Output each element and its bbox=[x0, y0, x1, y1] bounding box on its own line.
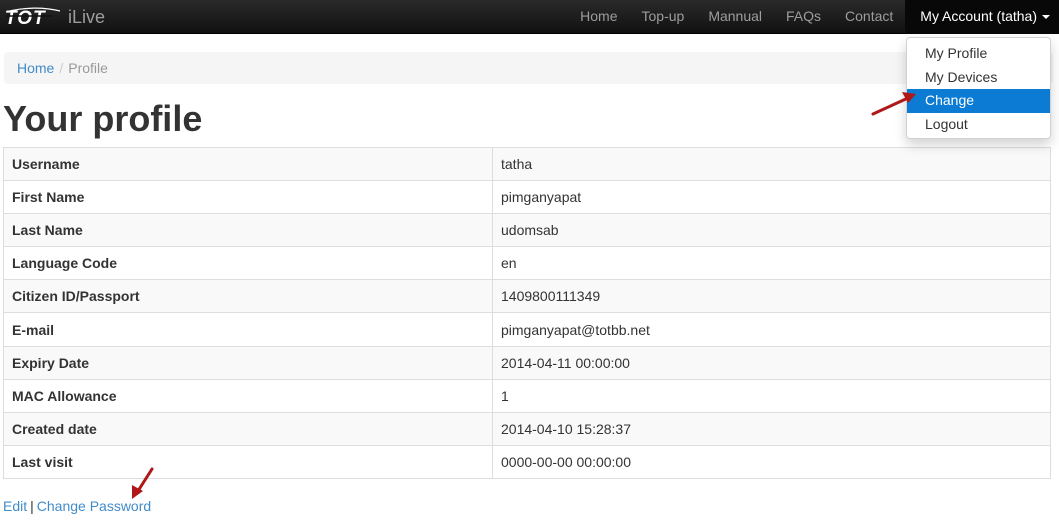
table-row: Last visit 0000-00-00 00:00:00 bbox=[3, 444, 1051, 479]
table-row: Language Code en bbox=[3, 246, 1051, 281]
row-value: 0000-00-00 00:00:00 bbox=[492, 444, 1051, 479]
breadcrumb-separator: / bbox=[59, 60, 64, 76]
nav-item-top-up[interactable]: Top-up bbox=[630, 0, 697, 34]
row-label: Citizen ID/Passport bbox=[3, 279, 493, 314]
profile-table: Username tatha First Name pimganyapat La… bbox=[3, 146, 1051, 479]
row-value: pimganyapat@totbb.net bbox=[492, 312, 1051, 347]
row-label: E-mail bbox=[3, 312, 493, 347]
edit-link[interactable]: Edit bbox=[3, 498, 27, 514]
account-label: My Account (tatha) bbox=[920, 8, 1037, 24]
table-row: Citizen ID/Passport 1409800111349 bbox=[3, 279, 1051, 314]
table-row: First Name pimganyapat bbox=[3, 180, 1051, 215]
row-value: 1409800111349 bbox=[492, 279, 1051, 314]
table-row: MAC Allowance 1 bbox=[3, 378, 1051, 413]
row-value: 2014-04-10 15:28:37 bbox=[492, 411, 1051, 446]
link-separator: | bbox=[30, 498, 34, 514]
annotation-arrow-icon bbox=[871, 92, 916, 116]
row-value: udomsab bbox=[492, 213, 1051, 248]
row-label: Language Code bbox=[3, 246, 493, 281]
brand[interactable]: TOT iLive bbox=[4, 0, 105, 34]
row-label: MAC Allowance bbox=[3, 378, 493, 413]
row-label: First Name bbox=[3, 180, 493, 215]
breadcrumb-home-link[interactable]: Home bbox=[17, 60, 54, 76]
tot-logo-icon: TOT bbox=[5, 7, 61, 27]
nav-item-manual[interactable]: Mannual bbox=[696, 0, 774, 34]
nav-item-faqs[interactable]: FAQs bbox=[774, 0, 833, 34]
table-row: Expiry Date 2014-04-11 00:00:00 bbox=[3, 345, 1051, 380]
row-label: Last Name bbox=[3, 213, 493, 248]
breadcrumb-current: Profile bbox=[68, 60, 108, 76]
menu-item-my-devices[interactable]: My Devices bbox=[907, 66, 1050, 90]
row-value: pimganyapat bbox=[492, 180, 1051, 215]
row-label: Last visit bbox=[3, 444, 493, 479]
annotation-arrow-icon bbox=[132, 467, 154, 499]
row-label: Username bbox=[3, 146, 493, 182]
nav-item-home[interactable]: Home bbox=[568, 0, 629, 34]
row-value: 2014-04-11 00:00:00 bbox=[492, 345, 1051, 380]
row-value: 1 bbox=[492, 378, 1051, 413]
brand-name: iLive bbox=[68, 7, 106, 27]
account-dropdown-toggle[interactable]: My Account (tatha) bbox=[905, 0, 1059, 34]
row-label: Created date bbox=[3, 411, 493, 446]
table-row: Created date 2014-04-10 15:28:37 bbox=[3, 411, 1051, 446]
main-nav: Home Top-up Mannual FAQs Contact My Acco… bbox=[568, 0, 1059, 34]
breadcrumb: Home / Profile bbox=[4, 52, 1053, 84]
page-title: Your profile bbox=[3, 98, 203, 139]
row-label: Expiry Date bbox=[3, 345, 493, 380]
account-dropdown-menu: My Profile My Devices Change Password Lo… bbox=[906, 37, 1051, 139]
menu-item-change-password[interactable]: Change Password bbox=[907, 89, 1050, 131]
top-navbar: TOT iLive Home Top-up Mannual FAQs Conta… bbox=[0, 0, 1059, 34]
row-value: en bbox=[492, 246, 1051, 281]
row-value: tatha bbox=[492, 146, 1051, 182]
nav-item-contact[interactable]: Contact bbox=[833, 0, 905, 34]
table-row: Username tatha bbox=[3, 146, 1051, 182]
menu-item-my-profile[interactable]: My Profile bbox=[907, 42, 1050, 66]
table-row: Last Name udomsab bbox=[3, 213, 1051, 248]
caret-down-icon bbox=[1042, 15, 1050, 19]
table-row: E-mail pimganyapat@totbb.net bbox=[3, 312, 1051, 347]
